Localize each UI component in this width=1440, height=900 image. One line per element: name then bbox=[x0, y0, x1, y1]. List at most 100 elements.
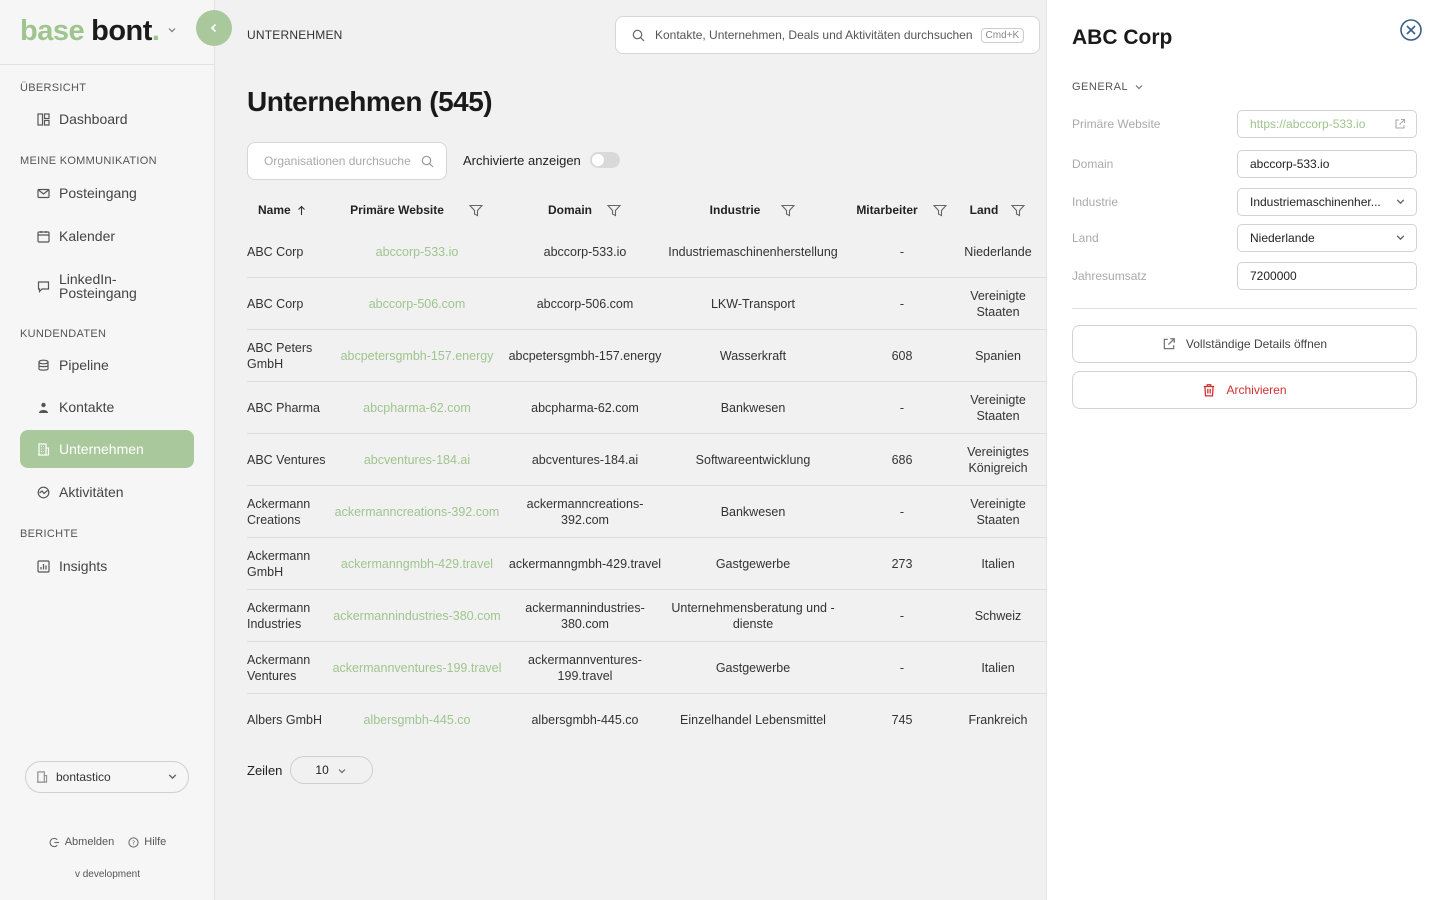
cell-domain: ackermannindustries-380.com bbox=[525, 600, 645, 631]
sidebar-item-calendar[interactable]: Kalender bbox=[20, 217, 194, 255]
industry-label: Industrie bbox=[1072, 195, 1119, 209]
column-label: Domain bbox=[547, 203, 592, 217]
cell-website[interactable]: ackermannventures-199.travel bbox=[331, 660, 503, 676]
rows-per-page-select[interactable]: 10 bbox=[290, 756, 374, 784]
table-row[interactable]: Ackermann Industries ackermannindustries… bbox=[247, 590, 1046, 642]
cell-name: Ackermann Ventures bbox=[247, 652, 311, 683]
industry-value: Industriemaschinenher... bbox=[1250, 195, 1381, 209]
country-value: Niederlande bbox=[1250, 231, 1315, 245]
footer-links: Abmelden ? Hilfe bbox=[0, 836, 215, 848]
search-icon bbox=[421, 155, 434, 171]
table-row[interactable]: ABC Peters GmbH abcpetersgmbh-157.energy… bbox=[247, 330, 1046, 382]
cell-name: ABC Corp bbox=[247, 296, 304, 311]
chevron-left-icon bbox=[210, 23, 217, 33]
mail-icon bbox=[36, 186, 50, 200]
website-label: Primäre Website bbox=[1072, 117, 1161, 131]
table-row[interactable]: Ackermann GmbH ackermanngmbh-429.travel … bbox=[247, 538, 1046, 590]
sidebar-item-activities[interactable]: Aktivitäten bbox=[20, 473, 194, 511]
column-domain[interactable]: Domain bbox=[503, 203, 667, 217]
column-country[interactable]: Land bbox=[965, 203, 1031, 217]
sidebar-item-label: Kalender bbox=[59, 228, 116, 244]
table-row[interactable]: Ackermann Ventures ackermannventures-199… bbox=[247, 642, 1046, 694]
cell-website[interactable]: ackermanncreations-392.com bbox=[331, 504, 503, 520]
cell-industry: Bankwesen bbox=[720, 400, 786, 415]
logout-link[interactable]: Abmelden bbox=[49, 836, 114, 848]
filter-icon bbox=[932, 204, 947, 216]
cell-employees: - bbox=[899, 400, 905, 415]
close-button[interactable] bbox=[1399, 18, 1423, 42]
cell-domain: ackermanngmbh-429.travel bbox=[508, 556, 662, 571]
archive-button[interactable]: Archivieren bbox=[1072, 371, 1417, 409]
database-icon bbox=[36, 358, 50, 372]
sidebar-item-linkedin-inbox[interactable]: LinkedIn- Posteingang bbox=[20, 266, 194, 306]
contacts-icon bbox=[36, 400, 50, 414]
archived-toggle[interactable] bbox=[589, 152, 620, 168]
column-name[interactable]: Name bbox=[247, 203, 331, 217]
brand-logo[interactable]: base bont. bbox=[20, 14, 177, 48]
chevron-down-icon[interactable] bbox=[167, 24, 177, 38]
cell-domain: abccorp-533.io bbox=[543, 244, 627, 259]
revenue-field[interactable]: 7200000 bbox=[1237, 262, 1417, 290]
cell-country: Niederlande bbox=[964, 244, 1032, 259]
external-link-icon[interactable] bbox=[1394, 118, 1406, 133]
cell-industry: Gastgewerbe bbox=[715, 660, 791, 675]
domain-value: abccorp-533.io bbox=[1250, 157, 1330, 171]
help-link[interactable]: ? Hilfe bbox=[128, 836, 166, 848]
cell-website[interactable]: ackermannindustries-380.com bbox=[331, 608, 503, 624]
filter-icon bbox=[781, 204, 796, 216]
company-detail-drawer: ABC Corp GENERAL Primäre Website https:/… bbox=[1046, 0, 1440, 900]
column-label: Mitarbeiter bbox=[856, 203, 918, 217]
sort-asc-icon bbox=[297, 205, 305, 215]
table-row[interactable]: Ackermann Creations ackermanncreations-3… bbox=[247, 486, 1046, 538]
cell-employees: 608 bbox=[891, 348, 913, 363]
cell-website[interactable]: albersgmbh-445.co bbox=[331, 712, 503, 728]
sidebar-item-pipeline[interactable]: Pipeline bbox=[20, 346, 194, 384]
table-row[interactable]: ABC Corp abccorp-533.io abccorp-533.io I… bbox=[247, 226, 1046, 278]
column-label: Name bbox=[258, 203, 291, 217]
cell-country: Italien bbox=[981, 660, 1015, 675]
cell-country: Italien bbox=[981, 556, 1015, 571]
cell-website[interactable]: abcpharma-62.com bbox=[331, 400, 503, 416]
brand-bont-text: bont bbox=[91, 14, 152, 47]
breadcrumb[interactable]: UNTERNEHMEN bbox=[247, 28, 343, 42]
country-select[interactable]: Niederlande bbox=[1237, 224, 1417, 252]
section-communication: MEINE KOMMUNIKATION bbox=[20, 155, 157, 167]
sidebar-item-insights[interactable]: Insights bbox=[20, 547, 194, 585]
global-search-input[interactable]: Kontakte, Unternehmen, Deals und Aktivit… bbox=[615, 16, 1040, 54]
open-details-button[interactable]: Vollständige Details öffnen bbox=[1072, 325, 1417, 363]
sidebar-item-contacts[interactable]: Kontakte bbox=[20, 388, 194, 426]
website-field[interactable]: https://abccorp-533.io bbox=[1237, 110, 1417, 138]
drawer-title: ABC Corp bbox=[1072, 26, 1173, 49]
chevron-down-icon bbox=[1395, 232, 1406, 246]
section-general-toggle[interactable]: GENERAL bbox=[1072, 81, 1144, 93]
table-row[interactable]: ABC Ventures abcventures-184.ai abcventu… bbox=[247, 434, 1046, 486]
domain-label: Domain bbox=[1072, 157, 1114, 171]
collapse-sidebar-button[interactable] bbox=[196, 10, 232, 46]
column-employees[interactable]: Mitarbeiter bbox=[839, 203, 965, 217]
org-search-input[interactable]: Organisationen durchsuche bbox=[247, 142, 447, 180]
cell-website[interactable]: abcpetersgmbh-157.energy bbox=[331, 348, 503, 364]
column-industry[interactable]: Industrie bbox=[667, 203, 839, 217]
industry-select[interactable]: Industriemaschinenher... bbox=[1237, 188, 1417, 216]
domain-field[interactable]: abccorp-533.io bbox=[1237, 150, 1417, 178]
rows-value: 10 bbox=[315, 763, 329, 777]
cell-employees: - bbox=[899, 296, 905, 311]
sidebar-item-companies[interactable]: Unternehmen bbox=[20, 430, 194, 468]
sidebar-item-inbox[interactable]: Posteingang bbox=[20, 174, 194, 212]
tenant-select[interactable]: bontastico bbox=[25, 761, 189, 793]
table-row[interactable]: ABC Pharma abcpharma-62.com abcpharma-62… bbox=[247, 382, 1046, 434]
table-row[interactable]: ABC Corp abccorp-506.com abccorp-506.com… bbox=[247, 278, 1046, 330]
column-label: Land bbox=[969, 203, 999, 217]
sidebar-item-dashboard[interactable]: Dashboard bbox=[20, 100, 194, 138]
cell-country: Spanien bbox=[975, 348, 1021, 363]
sidebar-item-label: Posteingang bbox=[59, 185, 137, 201]
cell-website[interactable]: abcventures-184.ai bbox=[331, 452, 503, 468]
section-general-label: GENERAL bbox=[1072, 81, 1129, 93]
table-row[interactable]: Albers GmbH albersgmbh-445.co albersgmbh… bbox=[247, 694, 1046, 746]
cell-website[interactable]: abccorp-506.com bbox=[331, 296, 503, 312]
cell-country: Vereinigtes Königreich bbox=[967, 444, 1029, 475]
cell-website[interactable]: ackermanngmbh-429.travel bbox=[331, 556, 503, 572]
sidebar-item-label: Pipeline bbox=[59, 357, 109, 373]
cell-website[interactable]: abccorp-533.io bbox=[331, 244, 503, 260]
column-website[interactable]: Primäre Website bbox=[331, 203, 503, 217]
